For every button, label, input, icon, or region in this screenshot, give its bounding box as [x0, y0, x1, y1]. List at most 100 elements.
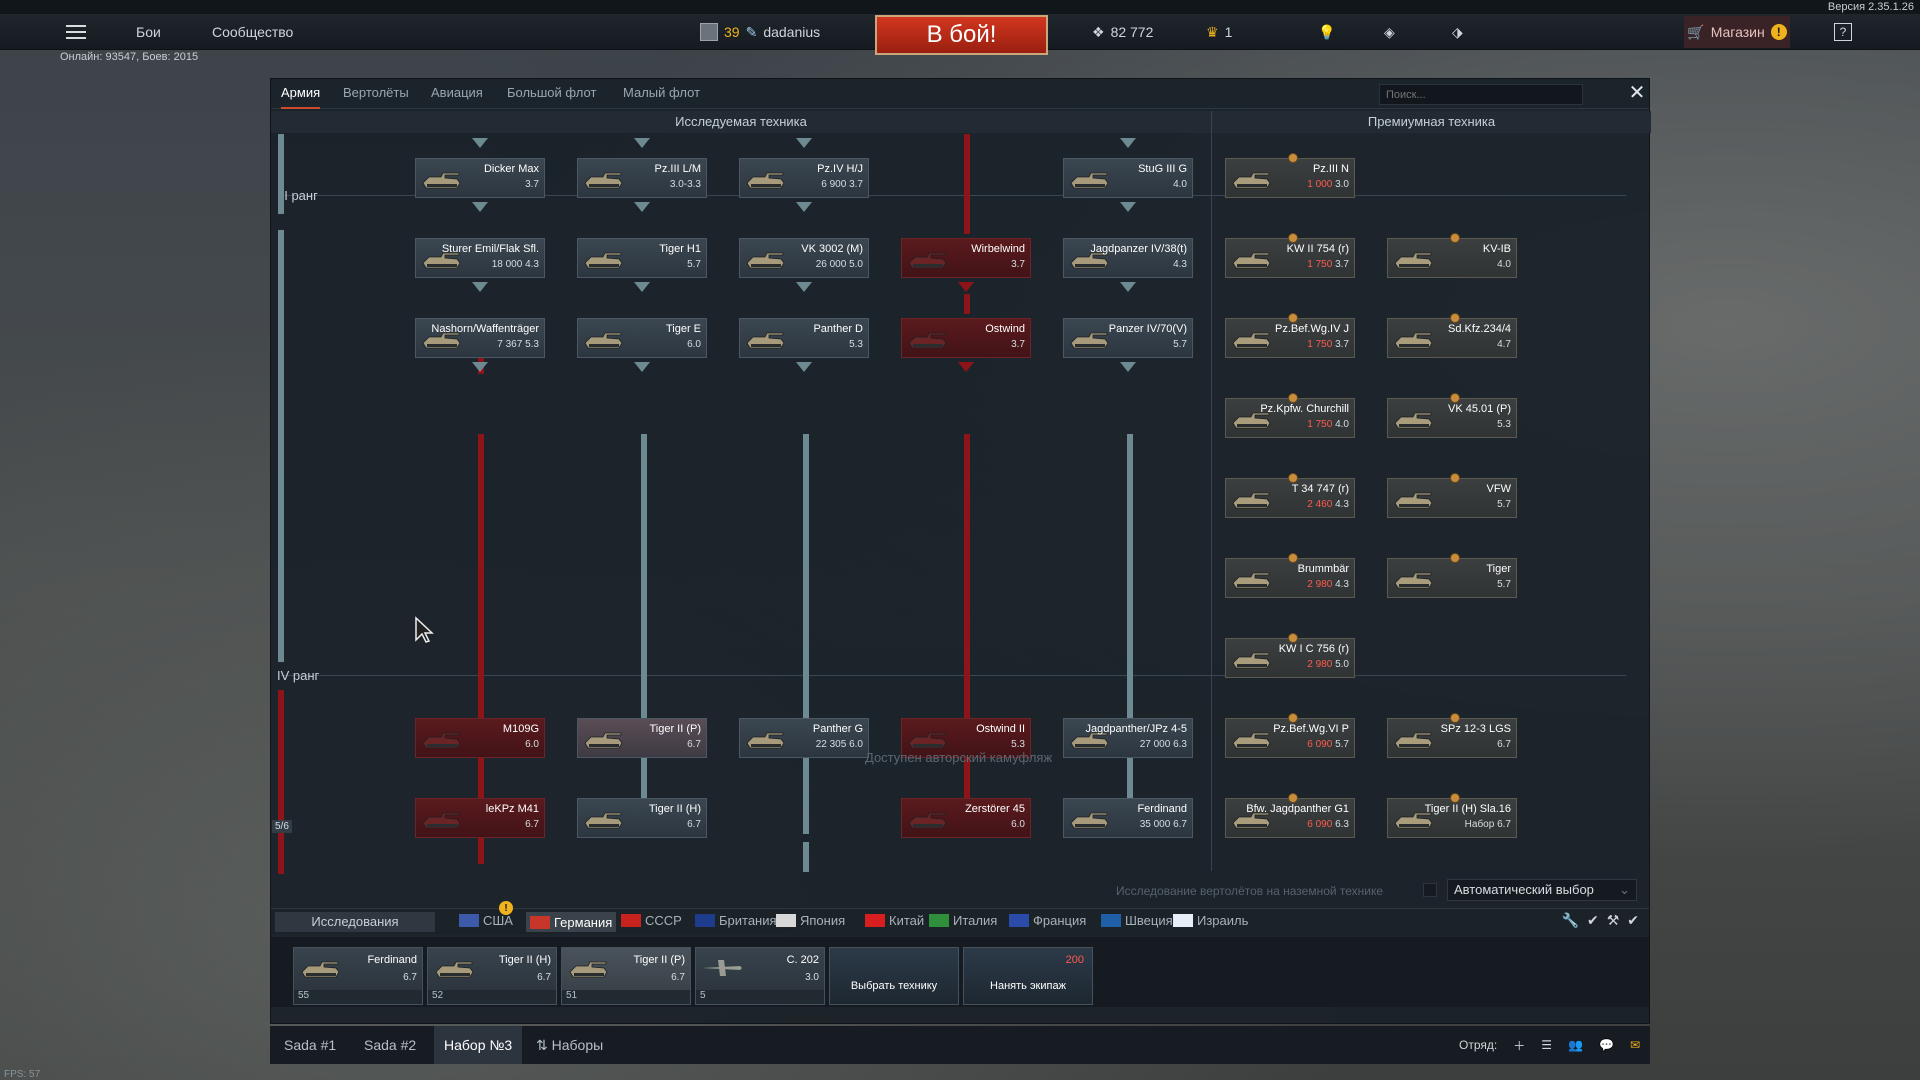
mail-icon[interactable]: ✉	[1630, 1038, 1640, 1052]
nation-tab-4[interactable]: Япония	[776, 913, 845, 928]
connector	[964, 134, 970, 234]
vehicle-card-kw1c[interactable]: KW I C 756 (r) 2 980 5.0	[1225, 633, 1355, 678]
vehicle-card-lekpz[interactable]: leKPz M41 6.7	[415, 798, 545, 838]
nation-tab-1[interactable]: Германия	[526, 912, 617, 932]
battle-rating: 3.0-3.3	[669, 179, 701, 190]
tank-icon	[1067, 165, 1111, 193]
tab-army[interactable]: Армия	[281, 79, 321, 109]
nation-tab-6[interactable]: Италия	[929, 913, 997, 928]
vehicle-card-church[interactable]: Pz.Kpfw. Churchill 1 750 4.0	[1225, 393, 1355, 438]
nation-name: Британия	[719, 913, 777, 928]
crew-vehicle-br: 6.7	[537, 972, 551, 983]
check-all-icon[interactable]: ✔	[1627, 912, 1639, 929]
vehicle-card-vk3002[interactable]: VK 3002 (M) 26 000 5.0	[739, 238, 869, 278]
lightbulb-icon[interactable]: 💡	[1318, 14, 1335, 50]
nation-tab-0[interactable]: США	[459, 913, 513, 928]
silver-amount: 82 772	[1110, 24, 1154, 40]
diamond-icon[interactable]: ◈	[1384, 14, 1395, 50]
crew-slot-0[interactable]: Ferdinand 6.7 55	[293, 947, 423, 1005]
heli-research-checkbox[interactable]	[1423, 883, 1437, 897]
nation-tab-8[interactable]: Швеция	[1101, 913, 1173, 928]
vehicle-card-brumm[interactable]: Brummbär 2 980 4.3	[1225, 553, 1355, 598]
vehicle-card-dicker[interactable]: Dicker Max 3.7	[415, 158, 545, 198]
tab-coastal[interactable]: Малый флот	[623, 79, 700, 109]
crew-slot-2[interactable]: Tiger II (P) 6.7 51	[561, 947, 691, 1005]
vehicle-card-spz[interactable]: SPz 12-3 LGS 6.7	[1387, 713, 1517, 758]
vehicle-card-kv1b[interactable]: KV-IB 4.0	[1387, 233, 1517, 278]
vehicle-card-tigersla[interactable]: Tiger II (H) Sla.16 Набор 6.7	[1387, 793, 1517, 838]
repair-all-icon[interactable]: ⚒	[1607, 912, 1620, 929]
nation-tab-7[interactable]: Франция	[1009, 913, 1086, 928]
vehicle-card-pz4_70[interactable]: Panzer IV/70(V) 5.7	[1063, 318, 1193, 358]
preset-2[interactable]: Sada #2	[354, 1026, 426, 1064]
vehicle-card-wirbel[interactable]: Wirbelwind 3.7	[901, 238, 1031, 278]
friends-icon[interactable]: 👥	[1568, 1038, 1583, 1052]
vehicle-card-pantherg[interactable]: Panther G 22 305 6.0	[739, 718, 869, 758]
vehicle-card-sdkfz[interactable]: Sd.Kfz.234/4 4.7	[1387, 313, 1517, 358]
community-menu[interactable]: Сообщество	[212, 14, 293, 50]
chat-icon[interactable]: 💬	[1599, 1038, 1614, 1052]
vehicle-card-jpz38[interactable]: Jagdpanzer IV/38(t) 4.3	[1063, 238, 1193, 278]
presets-menu[interactable]: ⇅ Наборы	[526, 1026, 613, 1064]
eagles-balance[interactable]: ♛ 1	[1206, 14, 1232, 50]
vehicle-card-vk4501[interactable]: VK 45.01 (P) 5.3	[1387, 393, 1517, 438]
vehicle-card-ostwind[interactable]: Ostwind 3.7	[901, 318, 1031, 358]
help-button[interactable]: ?	[1834, 23, 1852, 41]
preset-1[interactable]: Sada #1	[274, 1026, 346, 1064]
vehicle-card-tigerp[interactable]: Tiger 5.7	[1387, 553, 1517, 598]
hire-crew-slot[interactable]: 200 Нанять экипаж	[963, 947, 1093, 1005]
vehicle-card-m109g[interactable]: M109G 6.0	[415, 718, 545, 758]
vehicle-card-tiger2p[interactable]: Tiger II (P) 6.7	[577, 718, 707, 758]
to-battle-button[interactable]: В бой!	[875, 15, 1048, 55]
research-toggle[interactable]: Исследования	[275, 912, 435, 932]
vehicle-card-tigere[interactable]: Tiger E 6.0	[577, 318, 707, 358]
battles-menu[interactable]: Бои	[136, 14, 161, 50]
crew-slot-3[interactable]: C. 202 3.0 5	[695, 947, 825, 1005]
list-icon[interactable]: ☰	[1541, 1038, 1552, 1052]
vehicle-card-pz4h[interactable]: Pz.IV H/J 6 900 3.7	[739, 158, 869, 198]
crew-level: 55	[294, 990, 422, 1004]
vehicle-name: Jagdpanzer IV/38(t)	[1090, 243, 1187, 255]
vehicle-card-vfw[interactable]: VFW 5.7	[1387, 473, 1517, 518]
vehicle-card-tiger2h[interactable]: Tiger II (H) 6.7	[577, 798, 707, 838]
nation-tab-5[interactable]: Китай	[865, 913, 924, 928]
add-squad-icon[interactable]: ＋	[1513, 1037, 1525, 1054]
vehicle-card-bfw[interactable]: Bfw. Jagdpanther G1 6 090 6.3	[1225, 793, 1355, 838]
vehicle-card-stug[interactable]: StuG III G 4.0	[1063, 158, 1193, 198]
vehicle-card-ferd[interactable]: Ferdinand 35 000 6.7	[1063, 798, 1193, 838]
battle-rating: 4.3	[525, 259, 539, 270]
tab-bluewater[interactable]: Большой флот	[507, 79, 596, 109]
shop-button[interactable]: 🛒 Магазин !	[1684, 16, 1790, 48]
vehicle-card-zerst[interactable]: Zerstörer 45 6.0	[901, 798, 1031, 838]
vehicle-card-tigerh1[interactable]: Tiger H1 5.7	[577, 238, 707, 278]
vehicle-card-sturer[interactable]: Sturer Emil/Flak Sfl. 18 000 4.3	[415, 238, 545, 278]
vehicle-card-pz3n[interactable]: Pz.III N 1 000 3.0	[1225, 153, 1355, 198]
nation-tab-2[interactable]: СССР	[621, 913, 682, 928]
vehicle-card-jpz4_5[interactable]: Jagdpanther/JPz 4-5 27 000 6.3	[1063, 718, 1193, 758]
wrench-icon[interactable]: 🔧	[1562, 912, 1579, 929]
close-icon[interactable]: ✕	[1625, 82, 1649, 106]
auto-select-dropdown[interactable]: Автоматический выбор ⌄	[1447, 879, 1637, 901]
tank-icon	[1229, 245, 1273, 273]
choose-vehicle-slot[interactable]: Выбрать технику	[829, 947, 959, 1005]
check-icon[interactable]: ✔	[1587, 912, 1599, 929]
vehicle-card-pzbef4[interactable]: Pz.Bef.Wg.IV J 1 750 3.7	[1225, 313, 1355, 358]
preset-3[interactable]: Набор №3	[434, 1026, 523, 1064]
menu-icon[interactable]	[64, 14, 88, 50]
player-profile[interactable]: 39 ✎ dadanius	[700, 14, 820, 50]
vehicle-card-pzbef6[interactable]: Pz.Bef.Wg.VI P 6 090 5.7	[1225, 713, 1355, 758]
nation-name: Франция	[1033, 913, 1087, 928]
search-input[interactable]	[1379, 84, 1583, 105]
silver-balance[interactable]: ❖ 82 772	[1092, 14, 1153, 50]
vehicle-card-nashorn[interactable]: Nashorn/Waffenträger 7 367 5.3	[415, 318, 545, 358]
nation-tab-9[interactable]: Израиль	[1173, 913, 1248, 928]
vehicle-card-kw2[interactable]: KW II 754 (r) 1 750 3.7	[1225, 233, 1355, 278]
vehicle-card-pz3lm[interactable]: Pz.III L/M 3.0-3.3	[577, 158, 707, 198]
nation-tab-3[interactable]: Британия	[695, 913, 777, 928]
tab-aviation[interactable]: Авиация	[431, 79, 483, 109]
vehicle-card-t34[interactable]: T 34 747 (r) 2 460 4.3	[1225, 473, 1355, 518]
tab-helicopters[interactable]: Вертолёты	[343, 79, 409, 109]
coupon-icon[interactable]: ⬗	[1452, 14, 1463, 50]
crew-slot-1[interactable]: Tiger II (H) 6.7 52	[427, 947, 557, 1005]
vehicle-card-pantherd[interactable]: Panther D 5.3	[739, 318, 869, 358]
